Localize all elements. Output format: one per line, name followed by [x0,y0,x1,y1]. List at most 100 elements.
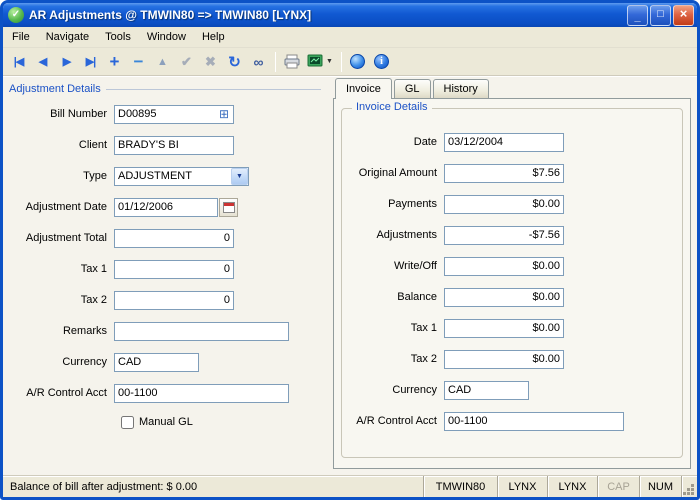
client-area: Adjustment Details Bill Number ⊞ Client … [3,76,697,475]
printer-icon [284,54,300,70]
balance-input[interactable] [444,288,564,307]
bill-number-row: Bill Number ⊞ [9,104,321,124]
status-panel-host: TMWIN80 [423,476,497,497]
chevron-down-icon[interactable]: ▼ [231,168,248,185]
right-panel: Invoice GL History Invoice Details Date … [329,77,697,475]
type-label: Type [9,170,114,182]
adjustments-row: Adjustments [346,225,672,245]
tab-invoice[interactable]: Invoice [335,78,392,99]
invoice-tax1-row: Tax 1 [346,318,672,338]
menu-window[interactable]: Window [139,28,194,46]
globe-icon [350,54,365,69]
find-button[interactable]: ∞ [247,50,270,73]
tax2-row: Tax 2 [9,290,321,310]
invoice-tax2-row: Tax 2 [346,349,672,369]
manual-gl-row: Manual GL [121,414,321,430]
resize-grip[interactable] [681,476,697,497]
monitor-icon [307,54,324,69]
minimize-button[interactable]: _ [627,5,648,26]
invoice-currency-row: Currency [346,380,672,400]
close-button[interactable]: × [673,5,694,26]
adjustment-details-panel: Adjustment Details Bill Number ⊞ Client … [3,77,329,475]
adjustments-input[interactable] [444,226,564,245]
invoice-details-fields: Date Original Amount Payments Ad [342,109,682,431]
payments-input[interactable] [444,195,564,214]
toolbar-separator [275,52,276,72]
type-select[interactable]: ADJUSTMENT ▼ [114,167,249,186]
remarks-label: Remarks [9,325,114,337]
cancel-button[interactable]: ✖ [199,50,222,73]
add-record-button[interactable]: + [103,50,126,73]
writeoff-input[interactable] [444,257,564,276]
delete-record-button[interactable]: − [127,50,150,73]
payments-label: Payments [346,198,444,210]
save-button[interactable]: ✔ [175,50,198,73]
menu-file[interactable]: File [4,28,38,46]
info-button[interactable]: i [370,50,393,73]
status-message: Balance of bill after adjustment: $ 0.00 [3,476,423,497]
client-input[interactable] [114,136,234,155]
chevron-down-icon: ▼ [326,58,333,65]
manual-gl-checkbox[interactable] [121,416,134,429]
balance-row: Balance [346,287,672,307]
tax2-input[interactable] [114,291,234,310]
calendar-icon [223,202,235,213]
remarks-row: Remarks [9,321,321,341]
calendar-button[interactable] [219,198,238,217]
invoice-ar-control-row: A/R Control Acct [346,411,672,431]
invoice-tax1-input[interactable] [444,319,564,338]
glasses-icon: ∞ [254,54,264,70]
status-bar: Balance of bill after adjustment: $ 0.00… [3,475,697,497]
currency-input[interactable] [114,353,199,372]
bill-number-label: Bill Number [9,108,114,120]
menu-tools[interactable]: Tools [97,28,139,46]
payments-row: Payments [346,194,672,214]
x-icon: ✖ [205,54,216,70]
adjustments-label: Adjustments [346,229,444,241]
tax1-label: Tax 1 [9,263,114,275]
export-view-button[interactable]: ▼ [304,50,336,73]
invoice-currency-input[interactable] [444,381,529,400]
invoice-date-row: Date [346,132,672,152]
tax1-input[interactable] [114,260,234,279]
maximize-button[interactable]: □ [650,5,671,26]
invoice-date-input[interactable] [444,133,564,152]
manual-gl-label: Manual GL [139,416,193,428]
move-up-button[interactable]: ▲ [151,50,174,73]
invoice-details-groupbox: Invoice Details Date Original Amount Pay… [341,108,683,458]
toolbar-separator [341,52,342,72]
last-record-button[interactable]: ▶| [79,50,102,73]
bill-number-lookup-button[interactable]: ⊞ [216,107,232,122]
next-record-button[interactable]: ▶ [55,50,78,73]
invoice-tax2-input[interactable] [444,350,564,369]
menu-bar: File Navigate Tools Window Help [3,27,697,48]
invoice-tab-page: Invoice Details Date Original Amount Pay… [333,98,691,469]
adjustment-total-input[interactable] [114,229,234,248]
check-icon: ✔ [181,54,192,70]
balance-label: Balance [346,291,444,303]
info-icon: i [374,54,389,69]
adjustment-date-input[interactable] [114,198,218,217]
window-title: AR Adjustments @ TMWIN80 => TMWIN80 [LYN… [29,8,625,22]
remarks-input[interactable] [114,322,289,341]
menu-navigate[interactable]: Navigate [38,28,97,46]
title-bar[interactable]: ✓ AR Adjustments @ TMWIN80 => TMWIN80 [L… [3,3,697,27]
previous-record-button[interactable]: ◀ [31,50,54,73]
invoice-tax1-label: Tax 1 [346,322,444,334]
print-button[interactable] [280,50,303,73]
help-globe-button[interactable] [346,50,369,73]
refresh-button[interactable]: ↻ [223,50,246,73]
adjustment-total-row: Adjustment Total [9,228,321,248]
original-amount-input[interactable] [444,164,564,183]
type-select-value: ADJUSTMENT [115,170,231,182]
menu-help[interactable]: Help [194,28,233,46]
invoice-ar-control-input[interactable] [444,412,624,431]
adjustment-details-header: Adjustment Details [9,83,321,95]
client-label: Client [9,139,114,151]
tab-gl[interactable]: GL [394,79,431,98]
minus-icon: − [134,52,144,72]
tab-history[interactable]: History [433,79,489,98]
first-record-button[interactable]: |◀ [7,50,30,73]
previous-record-icon: ◀ [39,55,46,68]
ar-control-input[interactable] [114,384,289,403]
